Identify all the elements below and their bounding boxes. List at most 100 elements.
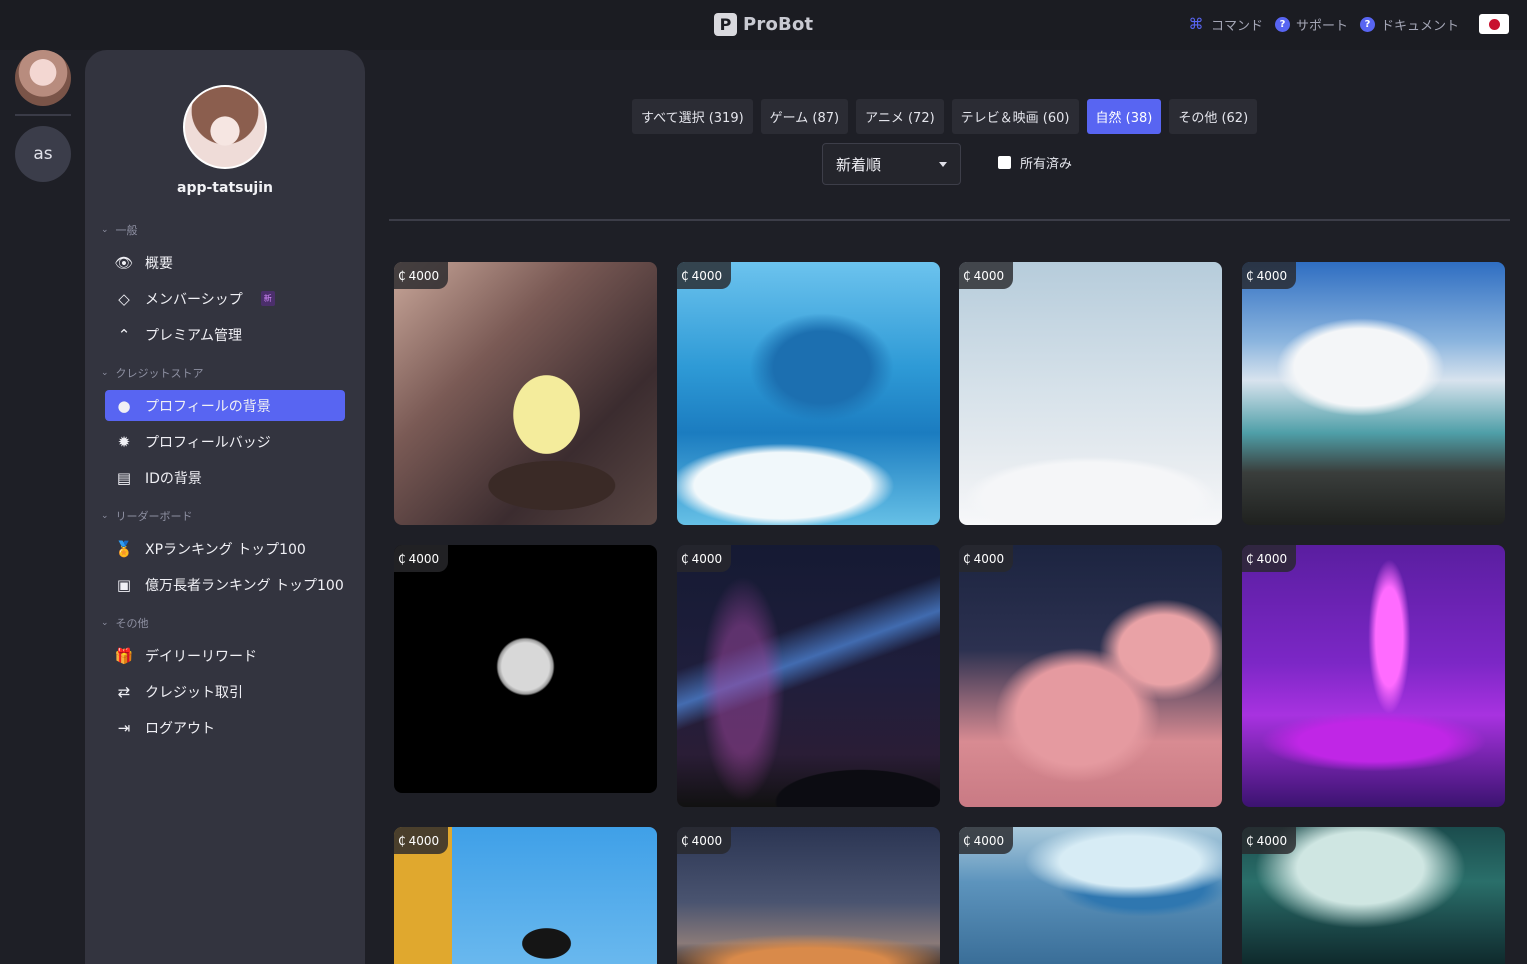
nav-docs-label: ドキュメント — [1380, 18, 1459, 34]
server-avatar[interactable] — [15, 50, 71, 106]
sidebar-item-label: クレジット取引 — [145, 684, 243, 701]
background-card[interactable]: ₵ 4000 — [394, 262, 657, 525]
category-filters: すべて選択 (319) ゲーム (87) アニメ (72) テレビ＆映画 (60… — [632, 99, 1258, 134]
nav-support[interactable]: ? サポート — [1274, 15, 1348, 34]
japan-flag-icon[interactable] — [1479, 14, 1509, 34]
background-card[interactable]: ₵ 4000 — [959, 545, 1222, 807]
section-credit-store[interactable]: ⌄ クレジットストア — [101, 365, 204, 381]
sidebar-item-label: XPランキング トップ100 — [145, 541, 306, 558]
owned-filter[interactable]: 所有済み — [998, 153, 1072, 172]
nav-commands-label: コマンド — [1210, 18, 1263, 34]
credit-icon: ₵ — [681, 833, 689, 848]
price-tag: ₵ 4000 — [677, 262, 732, 289]
price-value: 4000 — [691, 551, 723, 566]
sidebar-item-logout[interactable]: ⇥ ログアウト — [105, 712, 345, 743]
background-card[interactable]: ₵ 4000 — [1242, 827, 1505, 964]
background-card[interactable]: ₵ 4000 — [677, 262, 940, 525]
sidebar-item-xp-ranking[interactable]: 🏅 XPランキング トップ100 — [105, 533, 345, 564]
price-value: 4000 — [408, 268, 440, 283]
section-other[interactable]: ⌄ その他 — [101, 615, 149, 631]
filter-all[interactable]: すべて選択 (319) — [632, 99, 753, 134]
credit-icon: ₵ — [963, 268, 971, 283]
logout-icon: ⇥ — [117, 718, 131, 737]
price-tag: ₵ 4000 — [1242, 545, 1297, 572]
nav-commands[interactable]: ⌘ コマンド — [1187, 15, 1263, 34]
sidebar-item-membership[interactable]: ◇ メンバーシップ 新 — [105, 283, 345, 314]
sidebar-item-overview[interactable]: 👁 概要 — [105, 247, 345, 278]
filter-games[interactable]: ゲーム (87) — [760, 99, 849, 134]
background-card[interactable]: ₵ 4000 — [1242, 262, 1505, 525]
section-title: その他 — [115, 617, 149, 630]
nav-support-label: サポート — [1295, 18, 1348, 34]
command-icon: ⌘ — [1188, 15, 1204, 33]
sidebar-item-label: IDの背景 — [145, 470, 202, 487]
top-bar: P ProBot ⌘ コマンド ? サポート ? ドキュメント — [0, 0, 1527, 50]
credit-icon: ₵ — [398, 268, 406, 283]
owned-checkbox[interactable] — [998, 156, 1011, 169]
sidebar-item-daily-reward[interactable]: 🎁 デイリーリワード — [105, 640, 345, 671]
gift-icon: 🎁 — [114, 646, 134, 665]
price-tag: ₵ 4000 — [959, 827, 1014, 854]
diamond-icon: ◇ — [118, 289, 130, 308]
sidebar-item-profile-background[interactable]: ● プロフィールの背景 — [105, 390, 345, 421]
eye-icon: 👁 — [114, 253, 134, 272]
filter-tv-movies[interactable]: テレビ＆映画 (60) — [951, 99, 1079, 134]
question-icon: ? — [1274, 16, 1290, 32]
sidebar-item-label: プロフィールの背景 — [145, 398, 271, 415]
id-card-icon: ▤ — [116, 468, 132, 487]
price-tag: ₵ 4000 — [677, 545, 732, 572]
background-card[interactable]: ₵ 4000 — [959, 827, 1222, 964]
price-tag: ₵ 4000 — [1242, 262, 1297, 289]
sidebar-item-profile-badge[interactable]: ✹ プロフィールバッジ — [105, 426, 345, 457]
section-title: リーダーボード — [115, 510, 193, 523]
server-as[interactable]: as — [15, 126, 71, 182]
credit-icon: ₵ — [963, 833, 971, 848]
sidebar-item-label: プロフィールバッジ — [145, 434, 271, 451]
content-divider — [389, 219, 1510, 221]
sidebar-item-premium[interactable]: ⌃ プレミアム管理 — [105, 319, 345, 350]
price-tag: ₵ 4000 — [1242, 827, 1297, 854]
brand-name: ProBot — [743, 13, 814, 35]
caret-down-icon — [939, 161, 947, 167]
server-rail: as — [0, 50, 85, 964]
credit-icon: ₵ — [398, 551, 406, 566]
sidebar-item-millionaire-ranking[interactable]: ▣ 億万長者ランキング トップ100 — [105, 569, 345, 600]
section-leaderboard[interactable]: ⌄ リーダーボード — [101, 508, 193, 524]
chevron-down-icon: ⌄ — [101, 225, 109, 235]
medal-icon: 🏅 — [114, 539, 134, 558]
nav-docs[interactable]: ? ドキュメント — [1359, 15, 1459, 34]
background-card[interactable]: ₵ 4000 — [1242, 545, 1505, 807]
sidebar-item-label: ログアウト — [145, 720, 215, 737]
sidebar-item-label: 億万長者ランキング トップ100 — [145, 577, 344, 594]
sort-select[interactable]: 新着順 — [822, 143, 961, 185]
section-general[interactable]: ⌄ 一般 — [101, 222, 138, 238]
transfer-icon: ⇄ — [117, 682, 131, 701]
sort-selected-value: 新着順 — [836, 155, 882, 174]
credit-icon: ₵ — [1246, 551, 1254, 566]
background-card[interactable]: ₵ 4000 — [677, 545, 940, 807]
background-card[interactable]: ₵ 4000 — [394, 545, 657, 793]
price-value: 4000 — [973, 551, 1005, 566]
price-tag: ₵ 4000 — [394, 827, 449, 854]
filter-nature[interactable]: 自然 (38) — [1086, 99, 1162, 134]
sidebar-item-label: プレミアム管理 — [145, 327, 243, 344]
credit-icon: ₵ — [1246, 268, 1254, 283]
price-value: 4000 — [1256, 268, 1288, 283]
sidebar-item-id-background[interactable]: ▤ IDの背景 — [105, 462, 345, 493]
background-card[interactable]: ₵ 4000 — [959, 262, 1222, 525]
sidebar-item-credit-transfer[interactable]: ⇄ クレジット取引 — [105, 676, 345, 707]
brand[interactable]: P ProBot — [714, 12, 813, 36]
profile-username: app-tatsujin — [177, 180, 273, 196]
question-icon: ? — [1359, 16, 1375, 32]
price-tag: ₵ 4000 — [677, 827, 732, 854]
rail-divider — [15, 114, 71, 116]
badge-icon: ✹ — [117, 432, 131, 451]
background-card[interactable]: ₵ 4000 — [677, 827, 940, 964]
background-card[interactable]: ₵ 4000 — [394, 827, 657, 964]
filter-anime[interactable]: アニメ (72) — [856, 99, 944, 134]
sidebar: app-tatsujin ⌄ 一般 👁 概要 ◇ メンバーシップ 新 ⌃ プレミ… — [85, 50, 365, 964]
money-icon: ▣ — [116, 575, 132, 594]
price-value: 4000 — [408, 551, 440, 566]
sidebar-item-label: デイリーリワード — [145, 648, 257, 665]
filter-other[interactable]: その他 (62) — [1169, 99, 1258, 134]
